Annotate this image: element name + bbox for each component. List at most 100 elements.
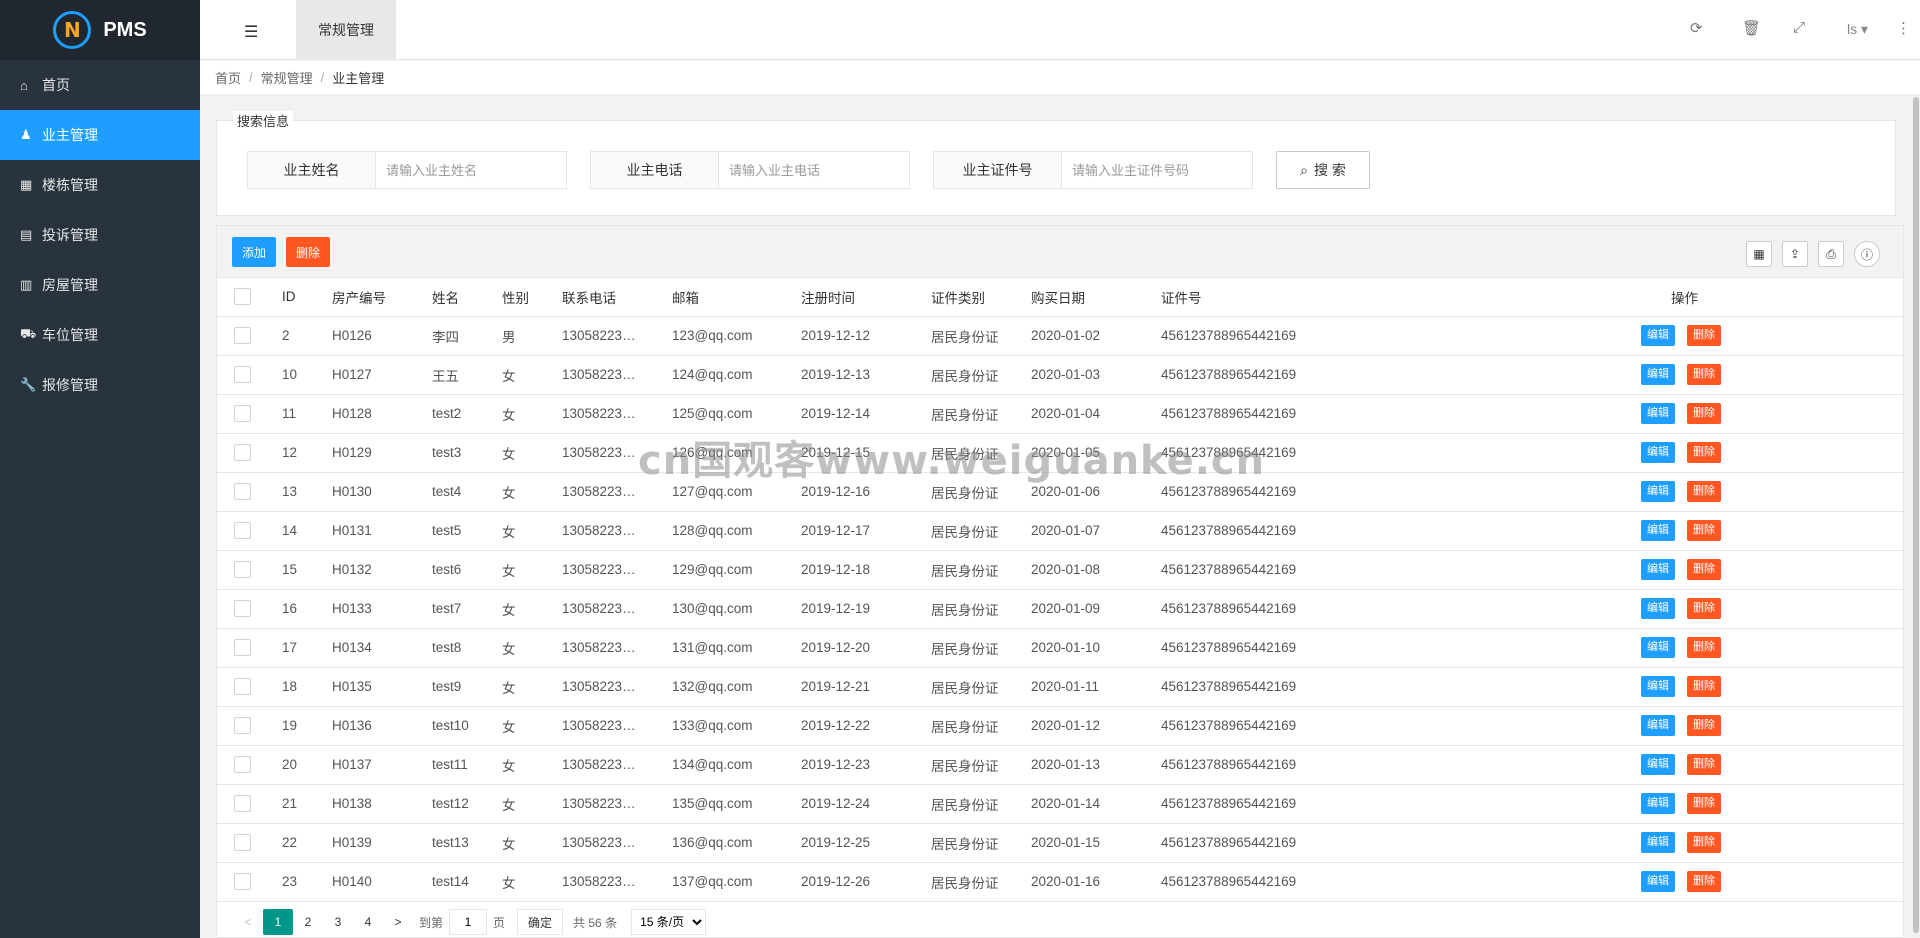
owner-id-input[interactable]: [1062, 152, 1252, 188]
export-icon[interactable]: ⇪: [1782, 241, 1808, 267]
row-checkbox[interactable]: [234, 639, 251, 656]
delete-button[interactable]: 删除: [1687, 481, 1721, 502]
table-row[interactable]: 18 H0135 test9 女 13058223… 132@qq.com 2019-12-…: [217, 667, 1903, 707]
table-row[interactable]: 23 H0140 test14 女 13058223… 137@qq.com 2019-12…: [217, 862, 1903, 902]
sidebar-item-3[interactable]: ▤ 投诉管理: [0, 210, 200, 260]
table-row[interactable]: 22 H0139 test13 女 13058223… 136@qq.com 2019-12…: [217, 823, 1903, 863]
delete-button[interactable]: 删除: [1687, 442, 1721, 463]
edit-button[interactable]: 编辑: [1641, 637, 1675, 658]
page-scrollbar[interactable]: [1912, 95, 1920, 938]
edit-button[interactable]: 编辑: [1641, 871, 1675, 892]
logo[interactable]: N PMS: [0, 0, 200, 60]
edit-button[interactable]: 编辑: [1641, 325, 1675, 346]
edit-button[interactable]: 编辑: [1641, 715, 1675, 736]
edit-button[interactable]: 编辑: [1641, 832, 1675, 853]
prev-page-icon[interactable]: <: [233, 909, 263, 935]
column-header[interactable]: 姓名: [432, 278, 502, 317]
more-options-icon[interactable]: ⋮: [1896, 19, 1911, 37]
table-row[interactable]: 16 H0133 test7 女 13058223… 130@qq.com 2019-12-…: [217, 589, 1903, 629]
fullscreen-icon[interactable]: ⤢: [1793, 19, 1805, 36]
row-checkbox[interactable]: [234, 795, 251, 812]
column-header[interactable]: 购买日期: [1031, 278, 1161, 317]
batch-delete-button[interactable]: 删除: [286, 237, 330, 267]
delete-button[interactable]: 删除: [1687, 559, 1721, 580]
delete-button[interactable]: 删除: [1687, 637, 1721, 658]
delete-button[interactable]: 删除: [1687, 403, 1721, 424]
row-checkbox[interactable]: [234, 678, 251, 695]
sidebar-item-2[interactable]: ▦ 楼栋管理: [0, 160, 200, 210]
page-4[interactable]: 4: [353, 909, 383, 935]
sidebar-item-1[interactable]: ♟ 业主管理: [0, 110, 200, 160]
row-checkbox[interactable]: [234, 717, 251, 734]
sidebar-item-5[interactable]: ⛟ 车位管理: [0, 310, 200, 360]
print-icon[interactable]: ⎙: [1818, 241, 1844, 267]
column-header[interactable]: 证件类别: [931, 278, 1031, 317]
row-checkbox[interactable]: [234, 561, 251, 578]
page-size-select[interactable]: 15 条/页: [631, 909, 707, 935]
table-row[interactable]: 20 H0137 test11 女 13058223… 134@qq.com 2019-12…: [217, 745, 1903, 785]
row-checkbox[interactable]: [234, 873, 251, 890]
table-row[interactable]: 12 H0129 test3 女 13058223… 126@qq.com 2019-12-…: [217, 433, 1903, 473]
edit-button[interactable]: 编辑: [1641, 481, 1675, 502]
row-checkbox[interactable]: [234, 327, 251, 344]
row-checkbox[interactable]: [234, 483, 251, 500]
delete-button[interactable]: 删除: [1687, 520, 1721, 541]
row-checkbox[interactable]: [234, 405, 251, 422]
delete-button[interactable]: 删除: [1687, 715, 1721, 736]
edit-button[interactable]: 编辑: [1641, 793, 1675, 814]
delete-button[interactable]: 删除: [1687, 754, 1721, 775]
delete-button[interactable]: 删除: [1687, 325, 1721, 346]
edit-button[interactable]: 编辑: [1641, 403, 1675, 424]
column-header[interactable]: 性别: [502, 278, 562, 317]
sidebar-item-6[interactable]: 🔧 报修管理: [0, 360, 200, 410]
row-checkbox[interactable]: [234, 444, 251, 461]
add-button[interactable]: 添加: [232, 237, 276, 267]
search-button[interactable]: ⌕ 搜 索: [1276, 151, 1370, 189]
table-row[interactable]: 14 H0131 test5 女 13058223… 128@qq.com 2019-12-…: [217, 511, 1903, 551]
page-2[interactable]: 2: [293, 909, 323, 935]
owner-phone-input[interactable]: [719, 152, 909, 188]
goto-page-input[interactable]: [449, 909, 488, 935]
page-3[interactable]: 3: [323, 909, 353, 935]
edit-button[interactable]: 编辑: [1641, 364, 1675, 385]
row-checkbox[interactable]: [234, 522, 251, 539]
table-row[interactable]: 15 H0132 test6 女 13058223… 129@qq.com 2019-12-…: [217, 550, 1903, 590]
column-header[interactable]: 邮箱: [672, 278, 801, 317]
delete-button[interactable]: 删除: [1687, 793, 1721, 814]
row-checkbox[interactable]: [234, 834, 251, 851]
table-row[interactable]: 17 H0134 test8 女 13058223… 131@qq.com 2019-12-…: [217, 628, 1903, 668]
row-checkbox[interactable]: [234, 756, 251, 773]
columns-filter-icon[interactable]: ▦: [1746, 241, 1772, 267]
breadcrumb-home[interactable]: 首页: [215, 68, 241, 87]
delete-button[interactable]: 删除: [1687, 832, 1721, 853]
table-row[interactable]: 21 H0138 test12 女 13058223… 135@qq.com 2019-12…: [217, 784, 1903, 824]
table-row[interactable]: 2 H0126 李四男 13058223… 123@qq.com 2019-12-12 居民…: [217, 316, 1903, 356]
table-row[interactable]: 11 H0128 test2 女 13058223… 125@qq.com 2019-12-…: [217, 394, 1903, 434]
refresh-icon[interactable]: ⟳: [1690, 19, 1703, 37]
next-page-icon[interactable]: >: [383, 909, 413, 935]
row-checkbox[interactable]: [234, 366, 251, 383]
edit-button[interactable]: 编辑: [1641, 442, 1675, 463]
breadcrumb-section[interactable]: 常规管理: [261, 68, 313, 87]
table-row[interactable]: 19 H0136 test10 女 13058223… 133@qq.com 2019-12…: [217, 706, 1903, 746]
tab-general-management[interactable]: 常规管理: [296, 0, 396, 60]
column-header[interactable]: 证件号: [1161, 278, 1641, 317]
delete-button[interactable]: 删除: [1687, 676, 1721, 697]
delete-button[interactable]: 删除: [1687, 871, 1721, 892]
page-1[interactable]: 1: [263, 909, 293, 935]
table-row[interactable]: 10 H0127 王五女 13058223… 124@qq.com 2019-12-13 居…: [217, 355, 1903, 395]
menu-toggle-icon[interactable]: ☰: [244, 22, 258, 42]
edit-button[interactable]: 编辑: [1641, 520, 1675, 541]
column-header[interactable]: 房产编号: [332, 278, 432, 317]
trash-icon[interactable]: 🗑: [1742, 19, 1761, 37]
goto-confirm-button[interactable]: 确定: [517, 909, 564, 935]
row-checkbox[interactable]: [234, 600, 251, 617]
sidebar-item-0[interactable]: ⌂ 首页: [0, 60, 200, 110]
column-header[interactable]: 联系电话: [562, 278, 672, 317]
scrollbar-thumb[interactable]: [1913, 97, 1919, 933]
edit-button[interactable]: 编辑: [1641, 676, 1675, 697]
user-menu[interactable]: ls ▾: [1847, 21, 1868, 38]
info-icon[interactable]: ⓘ: [1854, 241, 1880, 267]
edit-button[interactable]: 编辑: [1641, 559, 1675, 580]
edit-button[interactable]: 编辑: [1641, 754, 1675, 775]
